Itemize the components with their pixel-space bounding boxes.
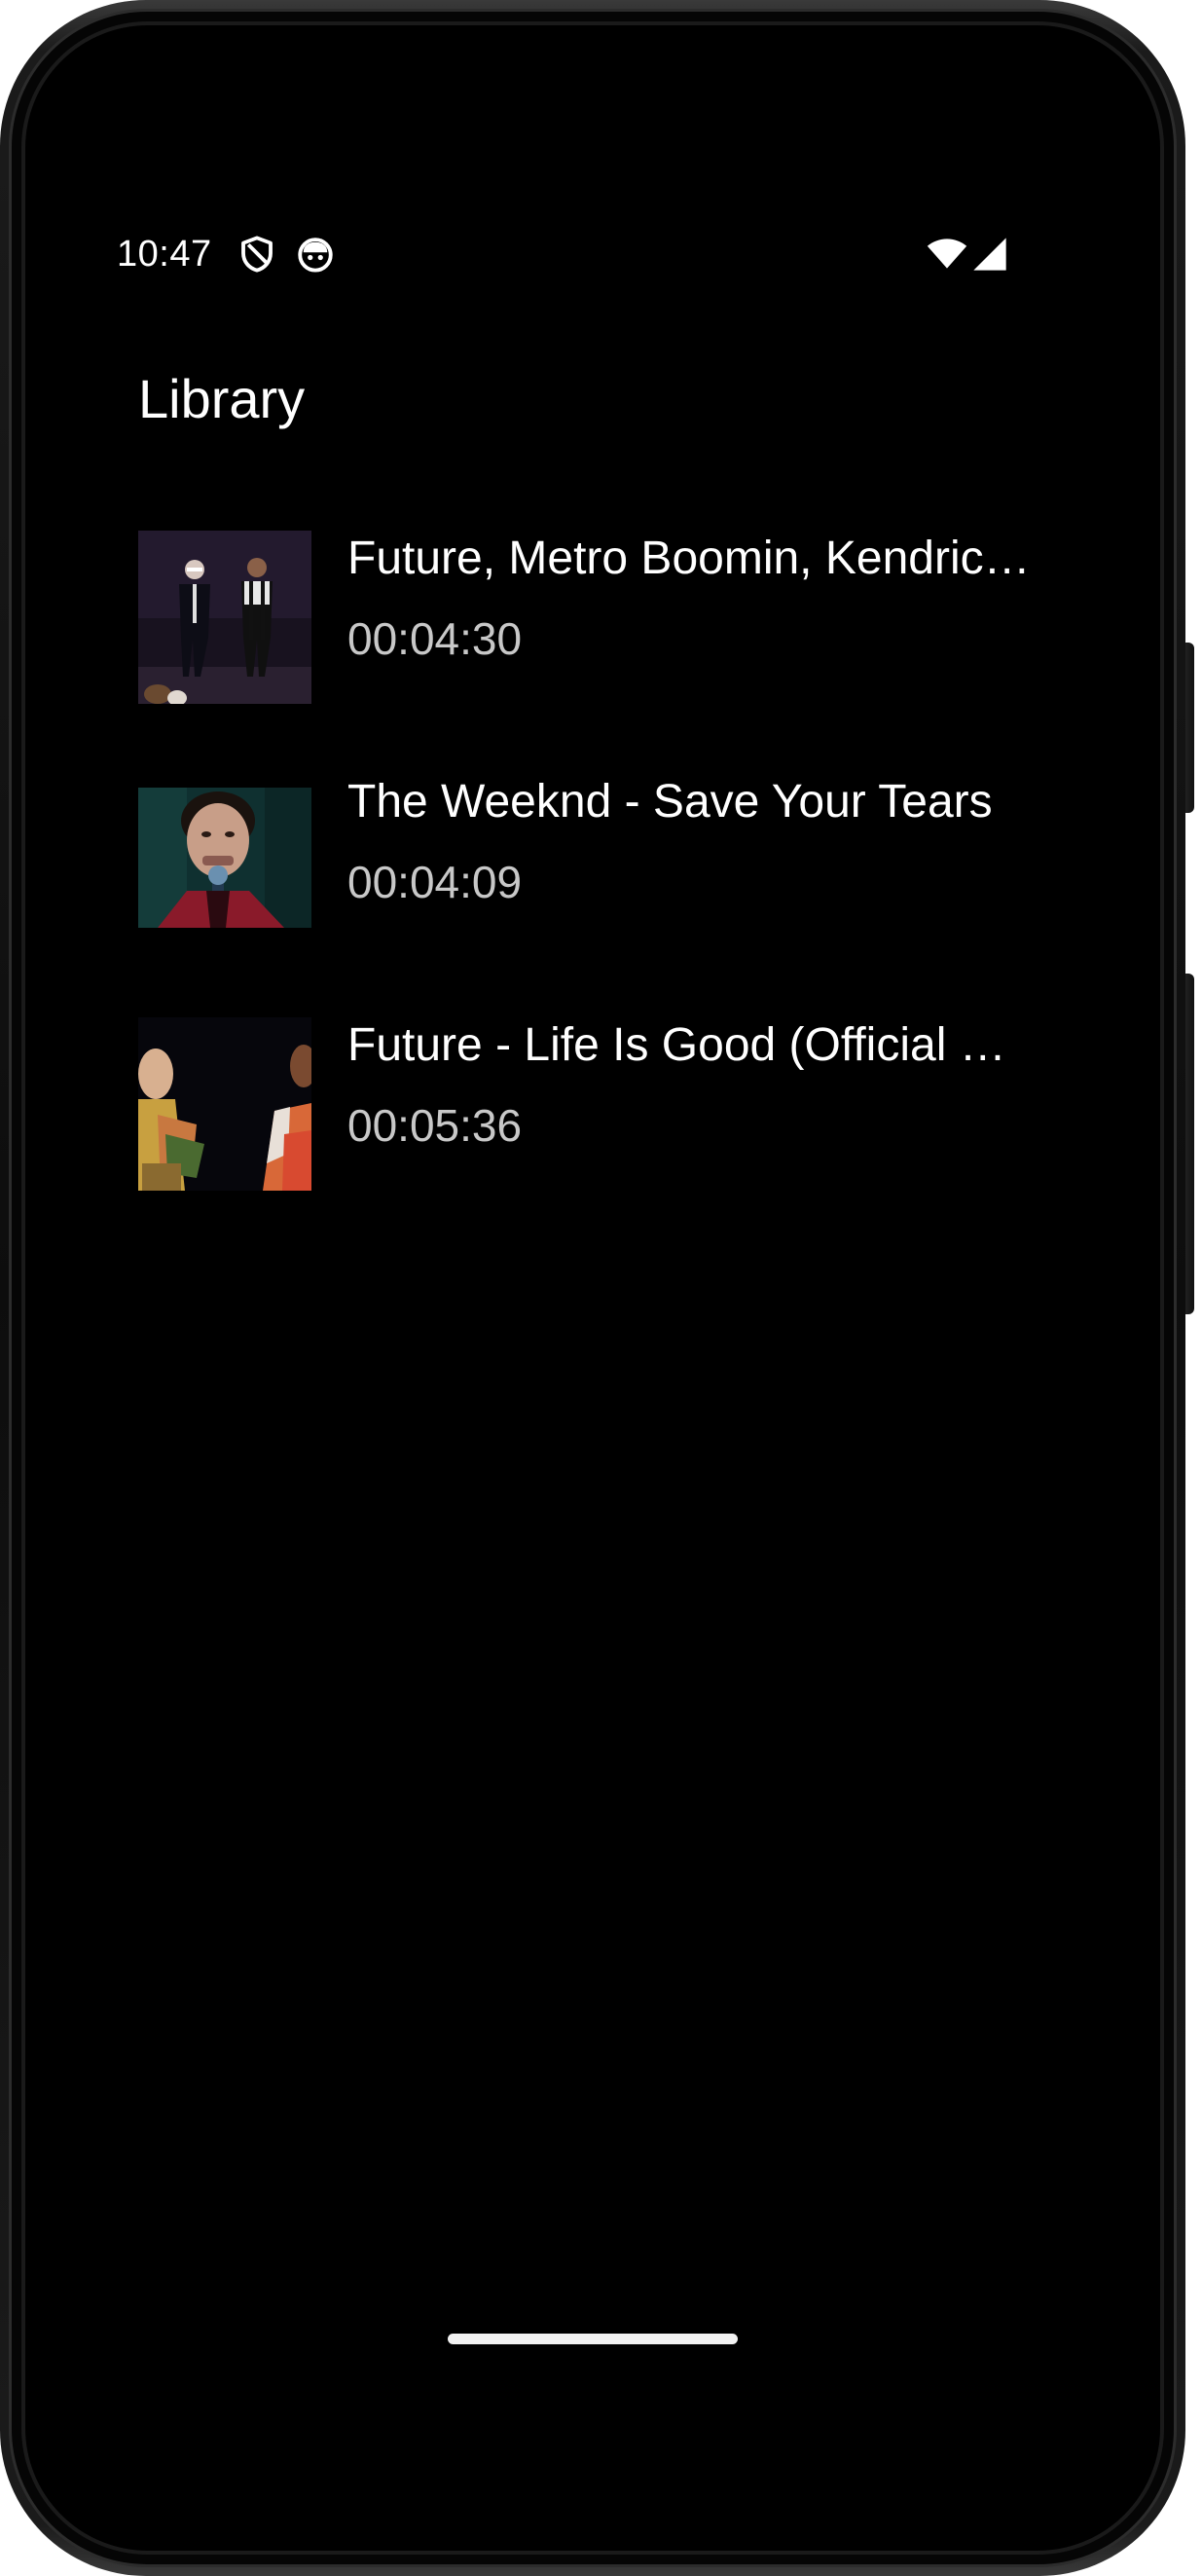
cell-signal-icon bbox=[970, 233, 1009, 276]
track-title: Future - Life Is Good (Official Music Vi… bbox=[347, 1019, 1043, 1071]
list-item[interactable]: Future - Life Is Good (Official Music Vi… bbox=[138, 974, 1073, 1217]
gesture-navigation-bar[interactable] bbox=[448, 2334, 738, 2344]
video-thumbnail bbox=[138, 1017, 311, 1191]
track-title: Future, Metro Boomin, Kendrick Lamar - L… bbox=[347, 533, 1043, 584]
list-item[interactable]: The Weeknd - Save Your Tears 00:04:09 bbox=[138, 730, 1073, 974]
status-bar: 10:47 bbox=[44, 219, 1142, 289]
status-time: 10:47 bbox=[117, 234, 212, 275]
wifi-icon bbox=[925, 233, 969, 276]
video-thumbnail bbox=[138, 531, 311, 704]
page-title: Library bbox=[138, 368, 306, 429]
phone-device-frame: 10:47 Library Future, Metro Boomin, Kend… bbox=[0, 0, 1202, 2576]
track-title: The Weeknd - Save Your Tears bbox=[347, 776, 993, 828]
video-thumbnail bbox=[138, 774, 311, 947]
list-item[interactable]: Future, Metro Boomin, Kendrick Lamar - L… bbox=[138, 487, 1073, 730]
shield-icon bbox=[237, 233, 277, 276]
track-duration: 00:04:09 bbox=[347, 857, 523, 907]
robot-icon bbox=[295, 233, 336, 276]
track-duration: 00:05:36 bbox=[347, 1100, 523, 1151]
app-screen: 10:47 Library Future, Metro Boomin, Kend… bbox=[44, 44, 1142, 2532]
track-list: Future, Metro Boomin, Kendrick Lamar - L… bbox=[138, 487, 1073, 1217]
track-duration: 00:04:30 bbox=[347, 613, 523, 664]
